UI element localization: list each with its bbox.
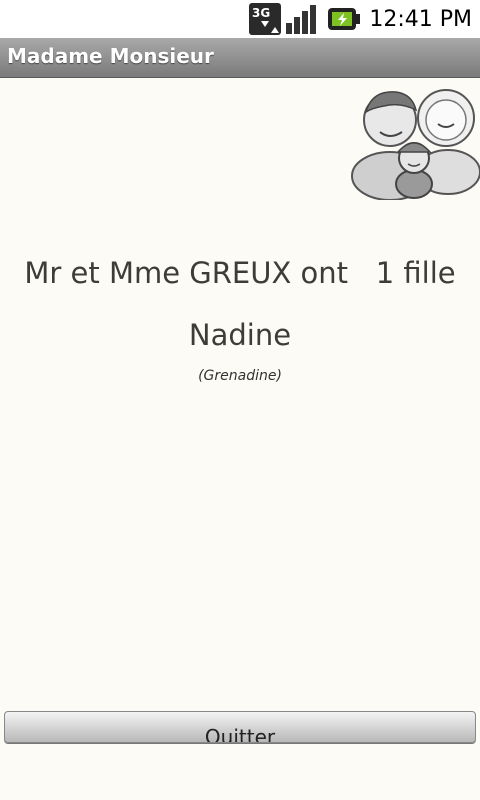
3g-data-icon: 3G bbox=[249, 3, 282, 35]
quit-button[interactable]: Quitter bbox=[4, 711, 476, 743]
status-bar: 3G 12:41 PM bbox=[0, 0, 480, 38]
battery-charging-icon bbox=[328, 8, 361, 30]
child-nickname: (Grenadine) bbox=[198, 368, 282, 384]
signal-icon bbox=[286, 5, 317, 34]
child-name: Nadine bbox=[188, 318, 292, 352]
quit-button-label: Quitter bbox=[204, 725, 276, 743]
svg-text:3G: 3G bbox=[252, 6, 270, 20]
family-illustration bbox=[351, 89, 480, 200]
status-icons: 3G 12:41 PM bbox=[249, 0, 472, 38]
family-headline: Mr et Mme GREUX ont 1 fille bbox=[24, 256, 456, 290]
app-title: Madame Monsieur bbox=[7, 44, 214, 68]
app-title-bar: Madame Monsieur bbox=[0, 38, 480, 78]
status-time: 12:41 PM bbox=[369, 6, 472, 32]
